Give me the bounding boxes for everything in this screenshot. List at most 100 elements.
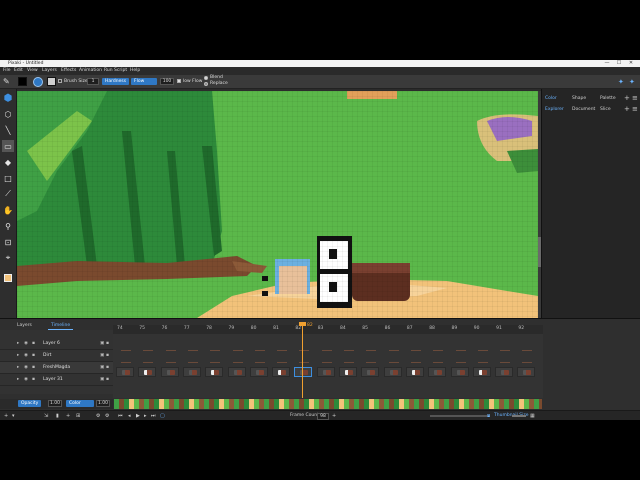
frame-ruler[interactable]: 74 75 76 77 78 79 80 81 82 83 84 85 86 87 88 89 90 91 92 [113, 325, 543, 334]
playhead[interactable] [302, 324, 303, 398]
menu-run-script[interactable]: Run Script [104, 68, 127, 73]
strip-frame[interactable] [449, 399, 454, 409]
frame-number[interactable]: 76 [162, 326, 168, 331]
empty-frame-marker[interactable] [121, 362, 131, 363]
strip-frame[interactable] [124, 399, 129, 409]
hexagon-tool-icon[interactable]: ⬢ [2, 92, 14, 104]
strip-frame[interactable] [464, 399, 469, 409]
line-icon[interactable]: ╲ [2, 124, 14, 136]
strip-frame[interactable] [414, 399, 419, 409]
empty-frame-marker[interactable] [299, 362, 310, 363]
strip-frame[interactable] [224, 399, 229, 409]
strip-frame[interactable] [309, 399, 314, 409]
last-frame-icon[interactable]: ⏭ [151, 413, 156, 419]
strip-frame[interactable] [259, 399, 264, 409]
strip-frame[interactable] [204, 399, 209, 409]
lasso-icon[interactable]: ⬡ [2, 108, 14, 120]
link-icon[interactable]: ▪ [32, 341, 35, 346]
add-icon[interactable]: + [66, 413, 70, 419]
empty-frame-marker[interactable] [388, 362, 399, 363]
strip-frame[interactable] [214, 399, 219, 409]
delete-icon[interactable]: ▮ [56, 413, 59, 419]
maximize-button[interactable]: ☐ [614, 60, 624, 67]
strip-frame[interactable] [404, 399, 409, 409]
eyedropper-icon[interactable]: ⟋ [2, 188, 14, 200]
low-flow-checkbox[interactable] [177, 79, 181, 83]
frame-number[interactable]: 91 [496, 326, 502, 331]
next-frame-icon[interactable]: ▸ [144, 413, 147, 419]
strip-frame[interactable] [454, 399, 459, 409]
tab-slice[interactable]: Slice [600, 107, 611, 112]
empty-frame-marker[interactable] [477, 350, 488, 351]
workspace-icon[interactable]: ✦ [618, 78, 624, 86]
frame-cel[interactable] [116, 367, 134, 377]
strip-frame[interactable] [474, 399, 479, 409]
visibility-icon[interactable]: ◉ [24, 365, 28, 370]
strip-frame[interactable] [514, 399, 519, 409]
visibility-icon[interactable]: ◉ [24, 377, 28, 382]
zoom-icon[interactable]: ⚲ [2, 220, 14, 232]
lock-icon[interactable]: ▣ [100, 341, 104, 346]
close-button[interactable]: ✕ [626, 60, 636, 67]
strip-frame[interactable] [364, 399, 369, 409]
strip-frame[interactable] [329, 399, 334, 409]
strip-frame[interactable] [209, 399, 214, 409]
crop-icon[interactable]: ⊡ [2, 236, 14, 248]
layer-more-icon[interactable]: ▪ [106, 365, 109, 370]
frame-cel[interactable] [227, 367, 246, 377]
hardness-button[interactable]: Hardness [102, 78, 130, 85]
empty-frame-marker[interactable] [500, 350, 511, 351]
visibility-icon[interactable]: ◉ [24, 341, 28, 346]
brush-shape-circle-icon[interactable] [33, 77, 43, 87]
strip-frame[interactable] [279, 399, 284, 409]
layer-more-icon[interactable]: ▪ [106, 353, 109, 358]
frame-cel[interactable] [450, 367, 469, 377]
strip-frame[interactable] [254, 399, 259, 409]
empty-frame-marker[interactable] [187, 362, 198, 363]
first-frame-icon[interactable]: ⏮ [118, 413, 123, 419]
panel-add-icon[interactable]: + [624, 94, 630, 102]
strip-frame[interactable] [144, 399, 149, 409]
empty-frame-marker[interactable] [121, 350, 131, 351]
empty-frame-marker[interactable] [232, 350, 243, 351]
color-slider[interactable]: Color [66, 400, 94, 407]
flow-slider[interactable]: Flow [131, 78, 157, 85]
empty-frame-marker[interactable] [455, 362, 466, 363]
brush-tool-icon[interactable]: ✎ [3, 77, 10, 86]
strip-frame[interactable] [494, 399, 499, 409]
loop-icon[interactable]: ▢ [160, 413, 165, 419]
strip-frame[interactable] [119, 399, 124, 409]
empty-frame-marker[interactable] [321, 362, 332, 363]
frame-cel[interactable] [205, 367, 224, 377]
strip-frame[interactable] [274, 399, 279, 409]
strip-frame[interactable] [394, 399, 399, 409]
strip-frame[interactable] [379, 399, 384, 409]
strip-frame[interactable] [159, 399, 164, 409]
frame-number[interactable]: 87 [407, 326, 413, 331]
strip-frame[interactable] [539, 399, 542, 409]
merge-icon[interactable]: ⊞ [76, 413, 80, 419]
frame-cel[interactable] [294, 367, 313, 377]
empty-frame-marker[interactable] [522, 350, 533, 351]
strip-frame[interactable] [354, 399, 359, 409]
empty-frame-marker[interactable] [410, 362, 421, 363]
strip-frame[interactable] [194, 399, 199, 409]
frame-number[interactable]: 78 [206, 326, 212, 331]
empty-frame-marker[interactable] [210, 350, 221, 351]
strip-frame[interactable] [319, 399, 324, 409]
strip-frame[interactable] [149, 399, 154, 409]
empty-frame-marker[interactable] [344, 350, 354, 351]
tab-layers[interactable]: Layers [14, 322, 35, 329]
layer-more-icon[interactable]: ▪ [106, 341, 109, 346]
panel2-add-icon[interactable]: + [624, 105, 630, 113]
strip-frame[interactable] [459, 399, 464, 409]
frame-number[interactable]: 90 [474, 326, 480, 331]
timeline-grid-icon[interactable]: ▦ [530, 413, 535, 419]
strip-frame[interactable] [519, 399, 524, 409]
frame-number[interactable]: 74 [117, 326, 123, 331]
frame-number[interactable]: 81 [273, 326, 279, 331]
layer-options-icon[interactable]: ▾ [12, 413, 15, 419]
thumbnail-strip[interactable] [114, 399, 542, 409]
expand-icon[interactable]: ▸ [17, 353, 19, 358]
checkbox-icon[interactable] [58, 79, 62, 83]
